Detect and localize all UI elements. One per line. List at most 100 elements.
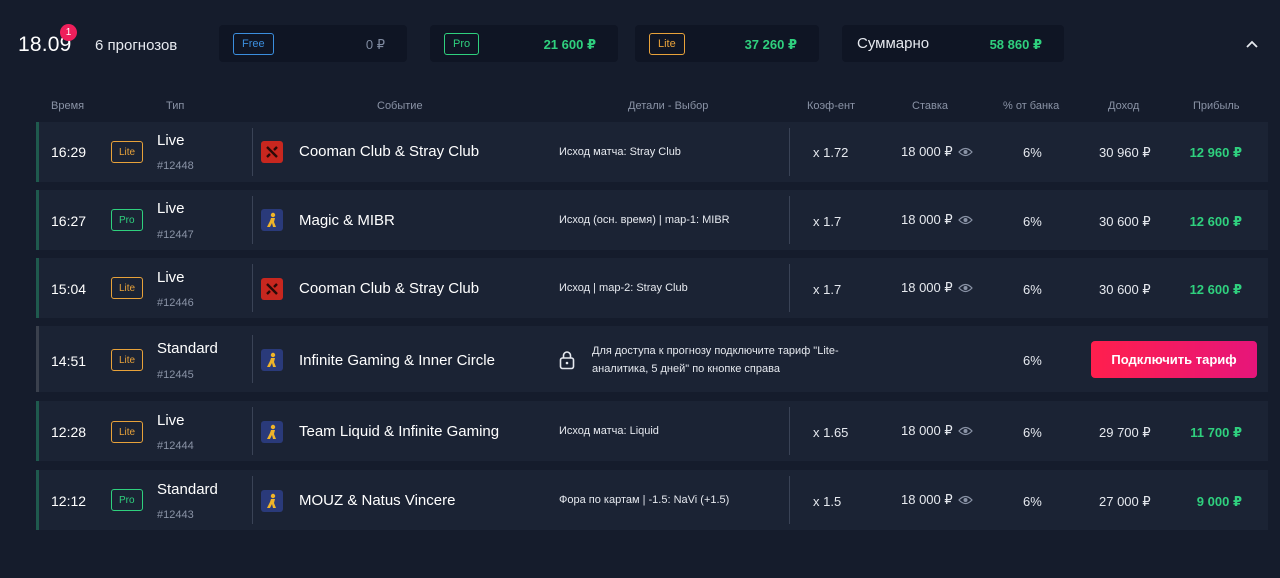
tier-pill-pro: Pro xyxy=(444,33,480,55)
row-coef: x 1.72 xyxy=(813,145,849,160)
col-header-bank-pct: % от банка xyxy=(1003,100,1060,112)
summary-card-free: Free 0 ₽ xyxy=(219,25,407,62)
row-details: Исход | map-2: Stray Club xyxy=(559,282,688,294)
row-income: 30 960 ₽ xyxy=(1099,145,1151,160)
row-stake-value: 18 000 ₽ xyxy=(901,280,953,295)
row-coef: x 1.5 xyxy=(813,494,842,509)
table-row[interactable]: 16:29 Lite Live #12448 Cooman Club & Str… xyxy=(36,122,1268,182)
row-id: #12443 xyxy=(157,509,194,521)
row-type: Standard xyxy=(157,340,218,357)
col-header-event: Событие xyxy=(377,100,423,112)
row-bank-pct: 6% xyxy=(1023,425,1042,440)
row-id: #12448 xyxy=(157,160,194,172)
row-bank-pct: 6% xyxy=(1023,282,1042,297)
tier-pill-lite: Lite xyxy=(649,33,685,55)
row-stake: 18 000 ₽ xyxy=(901,212,973,228)
row-stake-value: 18 000 ₽ xyxy=(901,492,953,507)
row-event[interactable]: Cooman Club & Stray Club xyxy=(299,280,479,297)
chevron-up-icon[interactable] xyxy=(1244,36,1260,52)
row-bank-pct: 6% xyxy=(1023,353,1042,368)
row-stake: 18 000 ₽ xyxy=(901,492,973,508)
row-type: Live xyxy=(157,132,185,149)
row-time: 14:51 xyxy=(51,353,87,369)
summary-amount-pro: 21 600 ₽ xyxy=(543,37,596,52)
eye-icon[interactable] xyxy=(957,215,973,225)
table-row[interactable]: 15:04 Lite Live #12446 Cooman Club & Str… xyxy=(36,258,1268,318)
summary-card-pro: Pro 21 600 ₽ xyxy=(430,25,618,62)
summary-amount-free: 0 ₽ xyxy=(365,37,385,52)
row-profit: 12 960 ₽ xyxy=(1189,145,1242,160)
row-details: Исход матча: Stray Club xyxy=(559,146,681,158)
tier-tag: Lite xyxy=(111,141,144,163)
row-profit: 12 600 ₽ xyxy=(1189,282,1242,297)
col-header-details: Детали - Выбор xyxy=(628,100,709,112)
divider xyxy=(789,476,790,524)
tier-tag: Lite xyxy=(111,277,144,299)
row-id: #12444 xyxy=(157,440,194,452)
notification-badge: 1 xyxy=(60,24,77,41)
tier-tag: Lite xyxy=(111,349,144,371)
row-id: #12446 xyxy=(157,297,194,309)
csgo-icon xyxy=(261,349,283,371)
tier-tag: Pro xyxy=(111,209,143,231)
row-income: 30 600 ₽ xyxy=(1099,282,1151,297)
divider xyxy=(252,264,253,312)
summary-amount-total: 58 860 ₽ xyxy=(989,37,1042,52)
col-header-type: Тип xyxy=(166,100,185,112)
row-event[interactable]: MOUZ & Natus Vincere xyxy=(299,492,455,509)
row-event[interactable]: Magic & MIBR xyxy=(299,212,395,229)
row-coef: x 1.7 xyxy=(813,214,842,229)
forecast-count: 6 прогнозов xyxy=(95,37,178,54)
row-bank-pct: 6% xyxy=(1023,214,1042,229)
day-summary-header: 18.09 1 6 прогнозов Free 0 ₽ Pro 21 600 … xyxy=(0,0,1280,90)
col-header-stake: Ставка xyxy=(912,100,948,112)
table-row[interactable]: 12:28 Lite Live #12444 Team Liquid & Inf… xyxy=(36,401,1268,461)
table-row[interactable]: 16:27 Pro Live #12447 Magic & MIBR Исход… xyxy=(36,190,1268,250)
divider xyxy=(789,196,790,244)
table-row-locked[interactable]: 14:51 Lite Standard #12445 Infinite Gami… xyxy=(36,326,1268,392)
row-coef: x 1.7 xyxy=(813,282,842,297)
eye-icon[interactable] xyxy=(957,147,973,157)
col-header-income: Доход xyxy=(1108,100,1140,112)
row-profit: 11 700 ₽ xyxy=(1190,425,1242,440)
row-event[interactable]: Infinite Gaming & Inner Circle xyxy=(299,352,495,369)
connect-tariff-button[interactable]: Подключить тариф xyxy=(1091,341,1257,378)
row-time: 16:29 xyxy=(51,144,87,160)
csgo-icon xyxy=(261,421,283,443)
row-time: 15:04 xyxy=(51,281,87,297)
row-details: Исход матча: Liquid xyxy=(559,425,659,437)
row-time: 12:12 xyxy=(51,493,87,509)
summary-amount-lite: 37 260 ₽ xyxy=(744,37,797,52)
col-header-coef: Коэф-ент xyxy=(807,100,856,112)
tier-tag: Lite xyxy=(111,421,144,443)
row-profit: 12 600 ₽ xyxy=(1189,214,1242,229)
row-bank-pct: 6% xyxy=(1023,494,1042,509)
summary-total-label: Суммарно xyxy=(857,35,930,52)
row-event[interactable]: Team Liquid & Infinite Gaming xyxy=(299,423,499,440)
col-header-time: Время xyxy=(51,100,85,112)
row-time: 16:27 xyxy=(51,213,87,229)
row-event[interactable]: Cooman Club & Stray Club xyxy=(299,143,479,160)
divider xyxy=(252,196,253,244)
eye-icon[interactable] xyxy=(957,283,973,293)
row-type: Standard xyxy=(157,481,218,498)
table-header: Время Тип Событие Детали - Выбор Коэф-ен… xyxy=(0,100,1280,116)
eye-icon[interactable] xyxy=(957,495,973,505)
csgo-icon xyxy=(261,209,283,231)
row-type: Live xyxy=(157,412,185,429)
col-header-profit: Прибыль xyxy=(1193,100,1240,112)
row-details: Исход (осн. время) | map-1: MIBR xyxy=(559,214,730,226)
table-row[interactable]: 12:12 Pro Standard #12443 MOUZ & Natus V… xyxy=(36,470,1268,530)
row-bank-pct: 6% xyxy=(1023,145,1042,160)
eye-icon[interactable] xyxy=(957,426,973,436)
dota2-icon xyxy=(261,278,283,300)
summary-card-total: Суммарно 58 860 ₽ xyxy=(842,25,1064,62)
divider xyxy=(252,335,253,383)
locked-message: Для доступа к прогнозу подключите тариф … xyxy=(592,345,839,375)
row-stake-value: 18 000 ₽ xyxy=(901,144,953,159)
row-stake: 18 000 ₽ xyxy=(901,144,973,160)
divider xyxy=(252,407,253,455)
row-type: Live xyxy=(157,269,185,286)
divider xyxy=(252,128,253,176)
divider xyxy=(789,128,790,176)
